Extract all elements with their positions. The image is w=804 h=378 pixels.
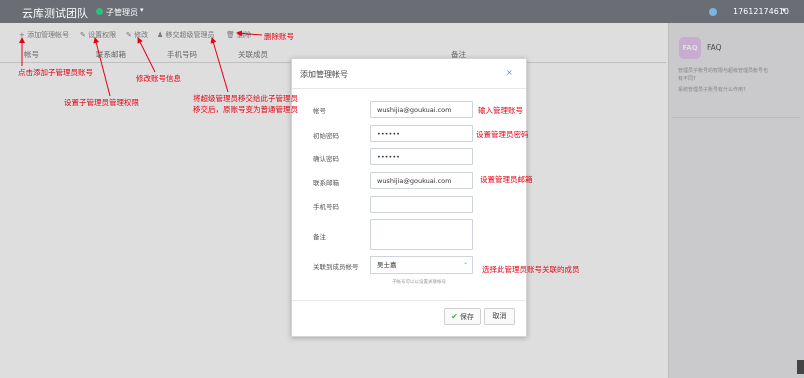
arrow-permissions	[93, 37, 111, 97]
annotation-account: 输入管理账号	[478, 106, 523, 115]
annotation-transfer-2: 移交后，原账号变为普通管理员	[193, 105, 298, 114]
annotation-password: 设置管理员密码	[476, 130, 529, 139]
arrow-delete	[236, 30, 263, 37]
arrow-transfer	[210, 37, 229, 93]
annotation-add: 点击添加子管理员账号	[18, 68, 93, 77]
annotation-member: 选择此管理员账号关联的成员	[482, 265, 580, 274]
annotation-edit: 修改账号信息	[136, 74, 181, 83]
annotation-permissions: 设置子管理员管理权限	[64, 98, 139, 107]
annotation-delete: 删除账号	[264, 32, 294, 41]
arrow-edit	[137, 37, 156, 73]
annotation-arrows	[19, 30, 263, 97]
annotation-transfer-1: 将超级管理员移交给此子管理员	[193, 94, 298, 103]
annotation-email: 设置管理员邮箱	[480, 175, 533, 184]
